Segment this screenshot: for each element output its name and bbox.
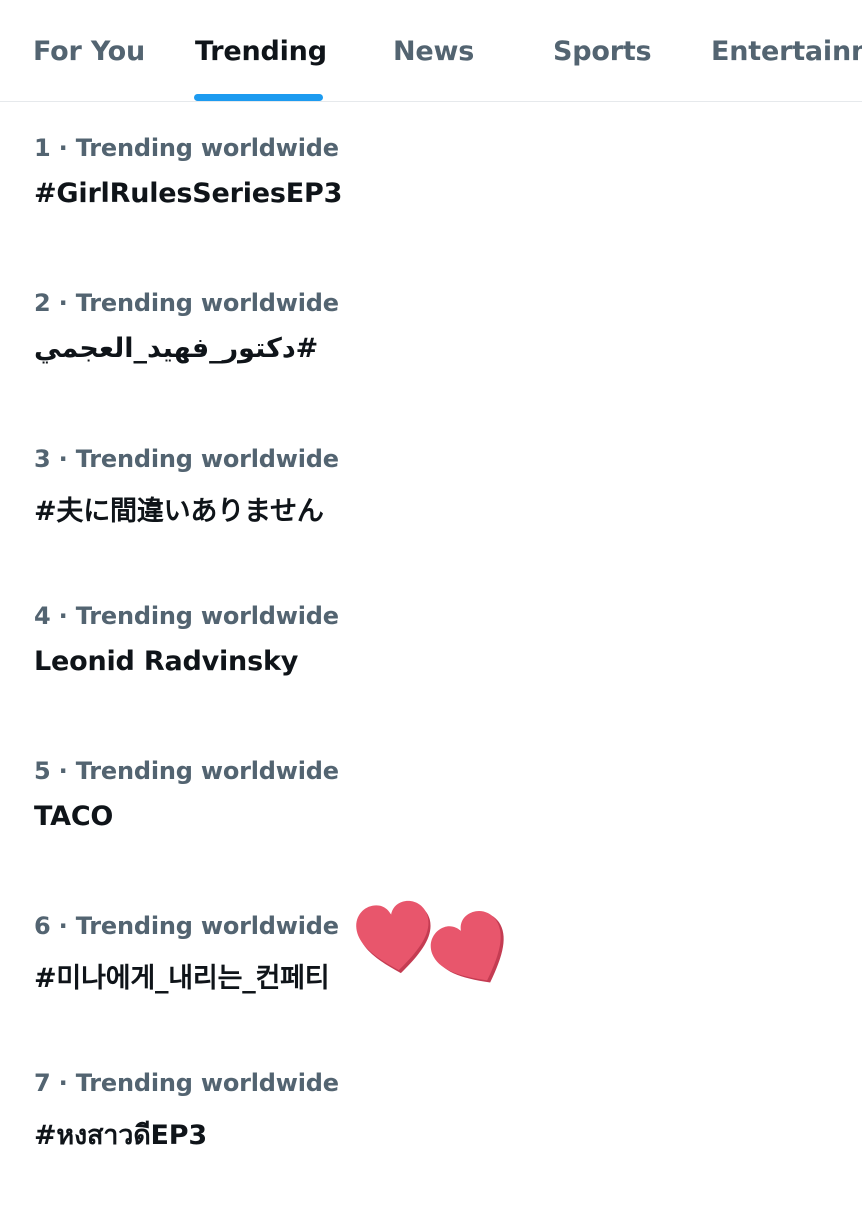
trend-name: #夫に間違いありません	[34, 496, 324, 527]
tab-entertainment[interactable]: Entertainment	[711, 36, 862, 67]
trend-name: Leonid Radvinsky	[34, 646, 299, 677]
trend-item[interactable]: 5 · Trending worldwide TACO	[34, 757, 794, 897]
active-tab-indicator	[194, 94, 323, 101]
heart-icon	[356, 900, 431, 974]
trend-meta: 6 · Trending worldwide	[34, 912, 339, 940]
trend-item[interactable]: 1 · Trending worldwide #GirlRulesSeriesE…	[34, 134, 794, 274]
trend-name: #GirlRulesSeriesEP3	[34, 178, 343, 209]
heart-icon	[430, 910, 504, 983]
trend-name: #หงสาวดีEP3	[34, 1120, 207, 1151]
trend-name: #미나에게_내리는_컨페티	[34, 963, 330, 994]
trend-name: TACO	[34, 801, 114, 832]
explore-tab-bar: For You Trending News Sports Entertainme…	[0, 0, 862, 102]
trend-meta: 1 · Trending worldwide	[34, 134, 339, 162]
trend-item[interactable]: 4 · Trending worldwide Leonid Radvinsky	[34, 602, 794, 742]
tab-for-you[interactable]: For You	[33, 36, 145, 67]
trend-meta: 5 · Trending worldwide	[34, 757, 339, 785]
trend-meta: 3 · Trending worldwide	[34, 445, 339, 473]
trend-item[interactable]: 7 · Trending worldwide #หงสาวดีEP3	[34, 1069, 794, 1209]
trend-meta: 4 · Trending worldwide	[34, 602, 339, 630]
trend-meta: 7 · Trending worldwide	[34, 1069, 339, 1097]
tab-news[interactable]: News	[393, 36, 474, 67]
tab-trending[interactable]: Trending	[195, 36, 327, 67]
tab-sports[interactable]: Sports	[553, 36, 652, 67]
trend-item[interactable]: 3 · Trending worldwide #夫に間違いありません	[34, 445, 794, 585]
trend-name: #دكتور_فهيد_العجمي	[34, 333, 319, 364]
trend-meta: 2 · Trending worldwide	[34, 289, 339, 317]
trend-item[interactable]: 2 · Trending worldwide #دكتور_فهيد_العجم…	[34, 289, 794, 429]
